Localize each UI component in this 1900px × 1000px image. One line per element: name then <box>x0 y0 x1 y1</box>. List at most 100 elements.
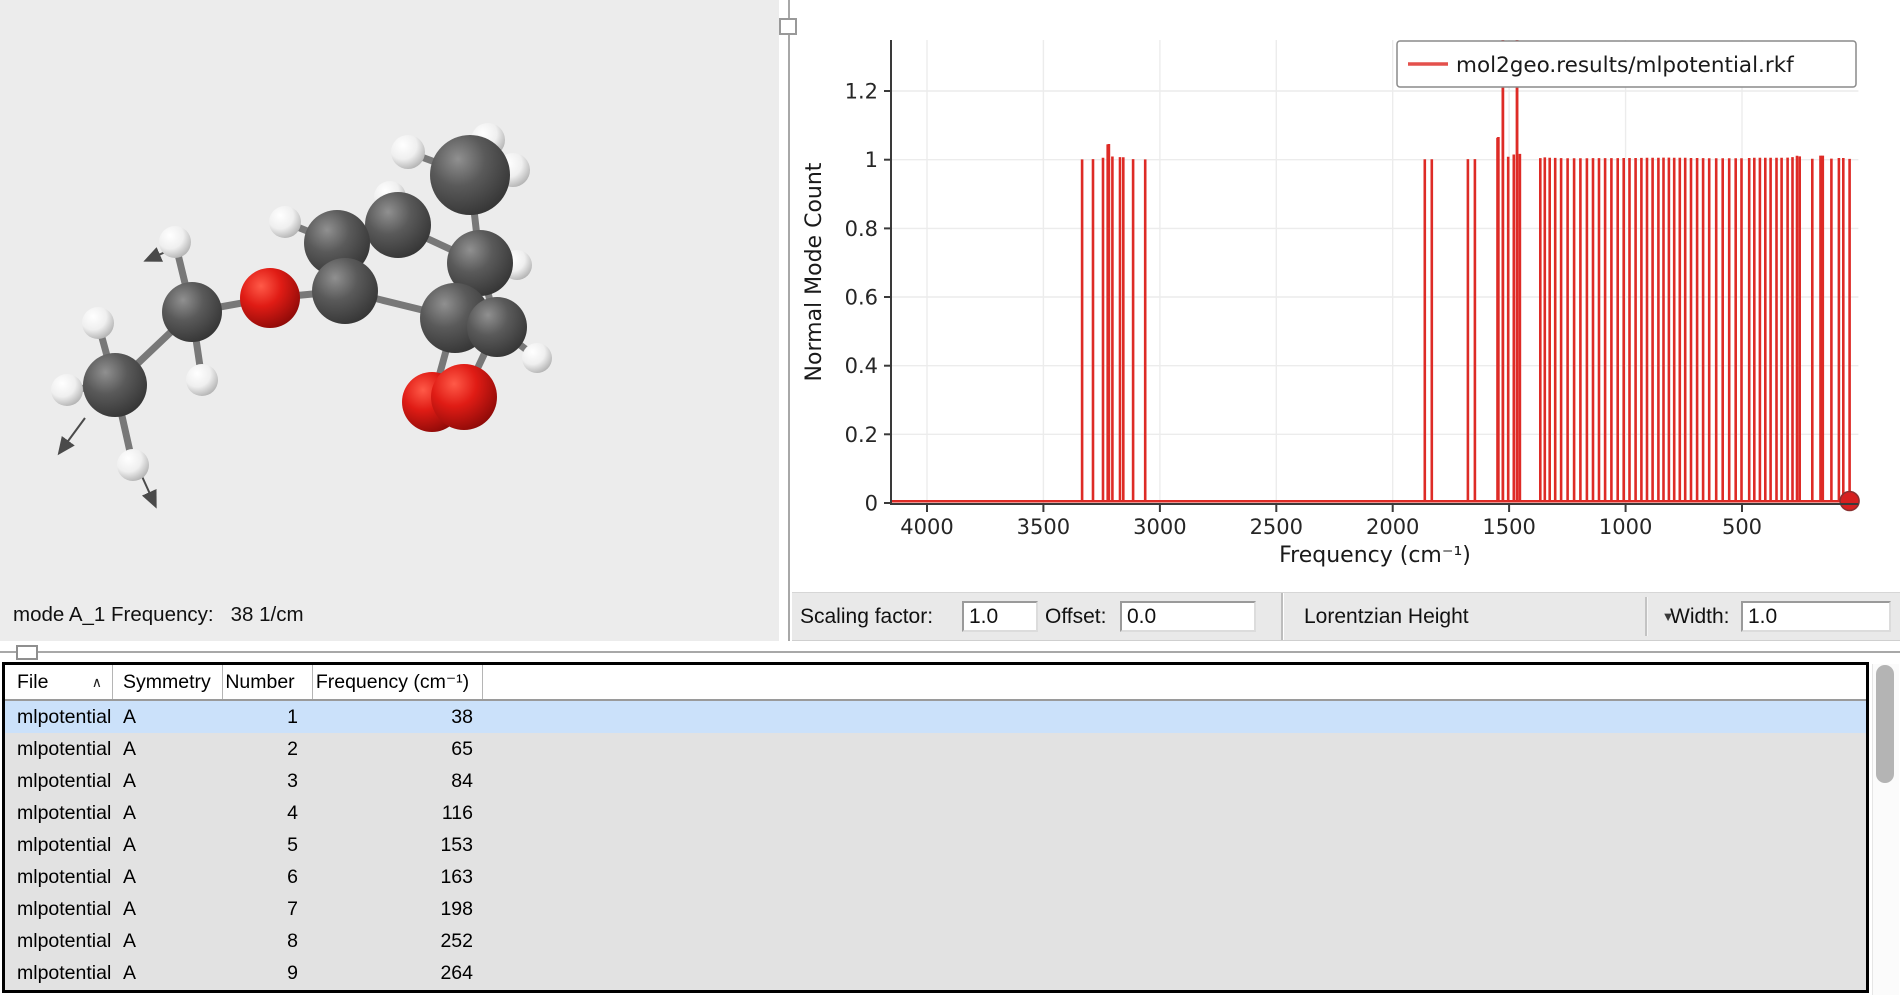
scrollbar-thumb[interactable] <box>1876 665 1894 783</box>
molecule-3d-model <box>0 0 779 645</box>
table-row[interactable]: mlpotentialA265 <box>5 733 1866 765</box>
modes-table: File∧SymmetryNumberFrequency (cm⁻¹) mlpo… <box>2 662 1869 993</box>
table-cell: A <box>113 829 223 861</box>
atom-C <box>162 282 222 342</box>
table-row[interactable]: mlpotentialA4116 <box>5 797 1866 829</box>
atom-C <box>83 353 147 417</box>
table-cell: 6 <box>223 861 313 893</box>
x-tick-label: 2000 <box>1366 515 1419 539</box>
table-row[interactable]: mlpotentialA8252 <box>5 925 1866 957</box>
table-header-row: File∧SymmetryNumberFrequency (cm⁻¹) <box>5 665 1866 701</box>
atom-C <box>312 258 378 324</box>
y-tick-label: 1.2 <box>845 80 878 104</box>
displacement-vector-arrow <box>60 418 85 452</box>
y-tick-label: 0.2 <box>845 423 878 447</box>
combo-separator <box>1645 597 1647 636</box>
x-tick-label: 3000 <box>1133 515 1186 539</box>
table-cell: A <box>113 957 223 989</box>
table-row[interactable]: mlpotentialA5153 <box>5 829 1866 861</box>
spectrum-controls-bar: Scaling factor: Offset: Lorentzian Heigh… <box>792 592 1900 641</box>
spectra-window: mode A_1 Frequency: 38 1/cm 400035003000… <box>0 0 1900 1000</box>
table-cell: A <box>113 925 223 957</box>
table-row[interactable]: mlpotentialA6163 <box>5 861 1866 893</box>
x-tick-label: 4000 <box>900 515 953 539</box>
splitter-track <box>0 651 1900 653</box>
selected-mode-marker[interactable] <box>1840 492 1859 511</box>
table-cell: A <box>113 861 223 893</box>
spectrum-plot: 400035003000250020001500100050000.20.40.… <box>800 0 1900 592</box>
broadening-selected-value: Lorentzian Height <box>1304 593 1469 640</box>
table-cell: 252 <box>313 925 483 957</box>
table-cell: A <box>113 893 223 925</box>
legend-label: mol2geo.results/mlpotential.rkf <box>1456 53 1794 78</box>
width-input[interactable] <box>1741 601 1891 632</box>
x-tick-label: 3500 <box>1017 515 1070 539</box>
table-cell: 8 <box>223 925 313 957</box>
table-cell: mlpotential <box>5 893 113 925</box>
broadening-select[interactable]: Lorentzian Height ▼ <box>1294 593 1682 640</box>
table-row[interactable]: mlpotentialA9264 <box>5 957 1866 989</box>
offset-input[interactable] <box>1120 601 1256 632</box>
table-cell: 2 <box>223 733 313 765</box>
table-cell: 264 <box>313 957 483 989</box>
table-cell: 5 <box>223 829 313 861</box>
legend: mol2geo.results/mlpotential.rkf <box>1397 41 1856 87</box>
atom-H <box>522 343 552 373</box>
table-cell: A <box>113 733 223 765</box>
splitter-handle[interactable] <box>16 645 38 660</box>
table-row[interactable]: mlpotentialA384 <box>5 765 1866 797</box>
table-cell: 3 <box>223 765 313 797</box>
table-cell: mlpotential <box>5 829 113 861</box>
vertical-splitter[interactable] <box>779 0 800 645</box>
table-cell: 116 <box>313 797 483 829</box>
table-cell: 153 <box>313 829 483 861</box>
table-body: mlpotentialA138mlpotentialA265mlpotentia… <box>5 701 1866 989</box>
table-cell: 7 <box>223 893 313 925</box>
y-axis-label: Normal Mode Count <box>802 162 827 381</box>
table-cell: mlpotential <box>5 701 113 733</box>
table-cell: 1 <box>223 701 313 733</box>
table-cell: mlpotential <box>5 957 113 989</box>
table-scrollbar[interactable] <box>1872 664 1899 995</box>
x-tick-label: 500 <box>1722 515 1762 539</box>
width-label: Width: <box>1670 593 1730 640</box>
atom-C <box>430 135 510 215</box>
atom-H <box>82 307 114 339</box>
atom-H <box>117 449 149 481</box>
splitter-handle[interactable] <box>779 18 797 35</box>
table-cell: mlpotential <box>5 925 113 957</box>
column-header-number[interactable]: Number <box>223 665 313 699</box>
table-row[interactable]: mlpotentialA7198 <box>5 893 1866 925</box>
table-cell: mlpotential <box>5 765 113 797</box>
table-cell: 4 <box>223 797 313 829</box>
scaling-factor-input[interactable] <box>962 601 1038 632</box>
splitter-track <box>788 0 790 645</box>
column-header-frequency-cm-[interactable]: Frequency (cm⁻¹) <box>313 665 483 699</box>
atom-H <box>159 226 191 258</box>
y-tick-label: 0.4 <box>845 354 878 378</box>
x-tick-label: 2500 <box>1250 515 1303 539</box>
table-cell: A <box>113 797 223 829</box>
y-tick-label: 0 <box>865 492 878 516</box>
atom-O <box>240 268 300 328</box>
y-tick-label: 0.8 <box>845 217 878 241</box>
spectrum-plot-area[interactable]: 400035003000250020001500100050000.20.40.… <box>800 0 1900 592</box>
table-cell: 198 <box>313 893 483 925</box>
atom-H <box>269 206 301 238</box>
x-tick-label: 1000 <box>1599 515 1652 539</box>
horizontal-splitter[interactable] <box>0 641 1900 662</box>
x-axis-label: Frequency (cm⁻¹) <box>1279 543 1471 568</box>
column-header-symmetry[interactable]: Symmetry <box>113 665 223 699</box>
atom-C <box>365 192 431 258</box>
y-tick-label: 1 <box>865 148 878 172</box>
atom-H <box>51 374 83 406</box>
scaling-factor-label: Scaling factor: <box>800 593 933 640</box>
divider <box>1281 593 1283 640</box>
column-header-file[interactable]: File∧ <box>5 665 113 699</box>
table-row[interactable]: mlpotentialA138 <box>5 701 1866 733</box>
molecule-viewport[interactable]: mode A_1 Frequency: 38 1/cm <box>0 0 779 645</box>
table-cell: mlpotential <box>5 797 113 829</box>
atom-H <box>391 135 425 169</box>
table-cell: 9 <box>223 957 313 989</box>
table-cell: A <box>113 765 223 797</box>
